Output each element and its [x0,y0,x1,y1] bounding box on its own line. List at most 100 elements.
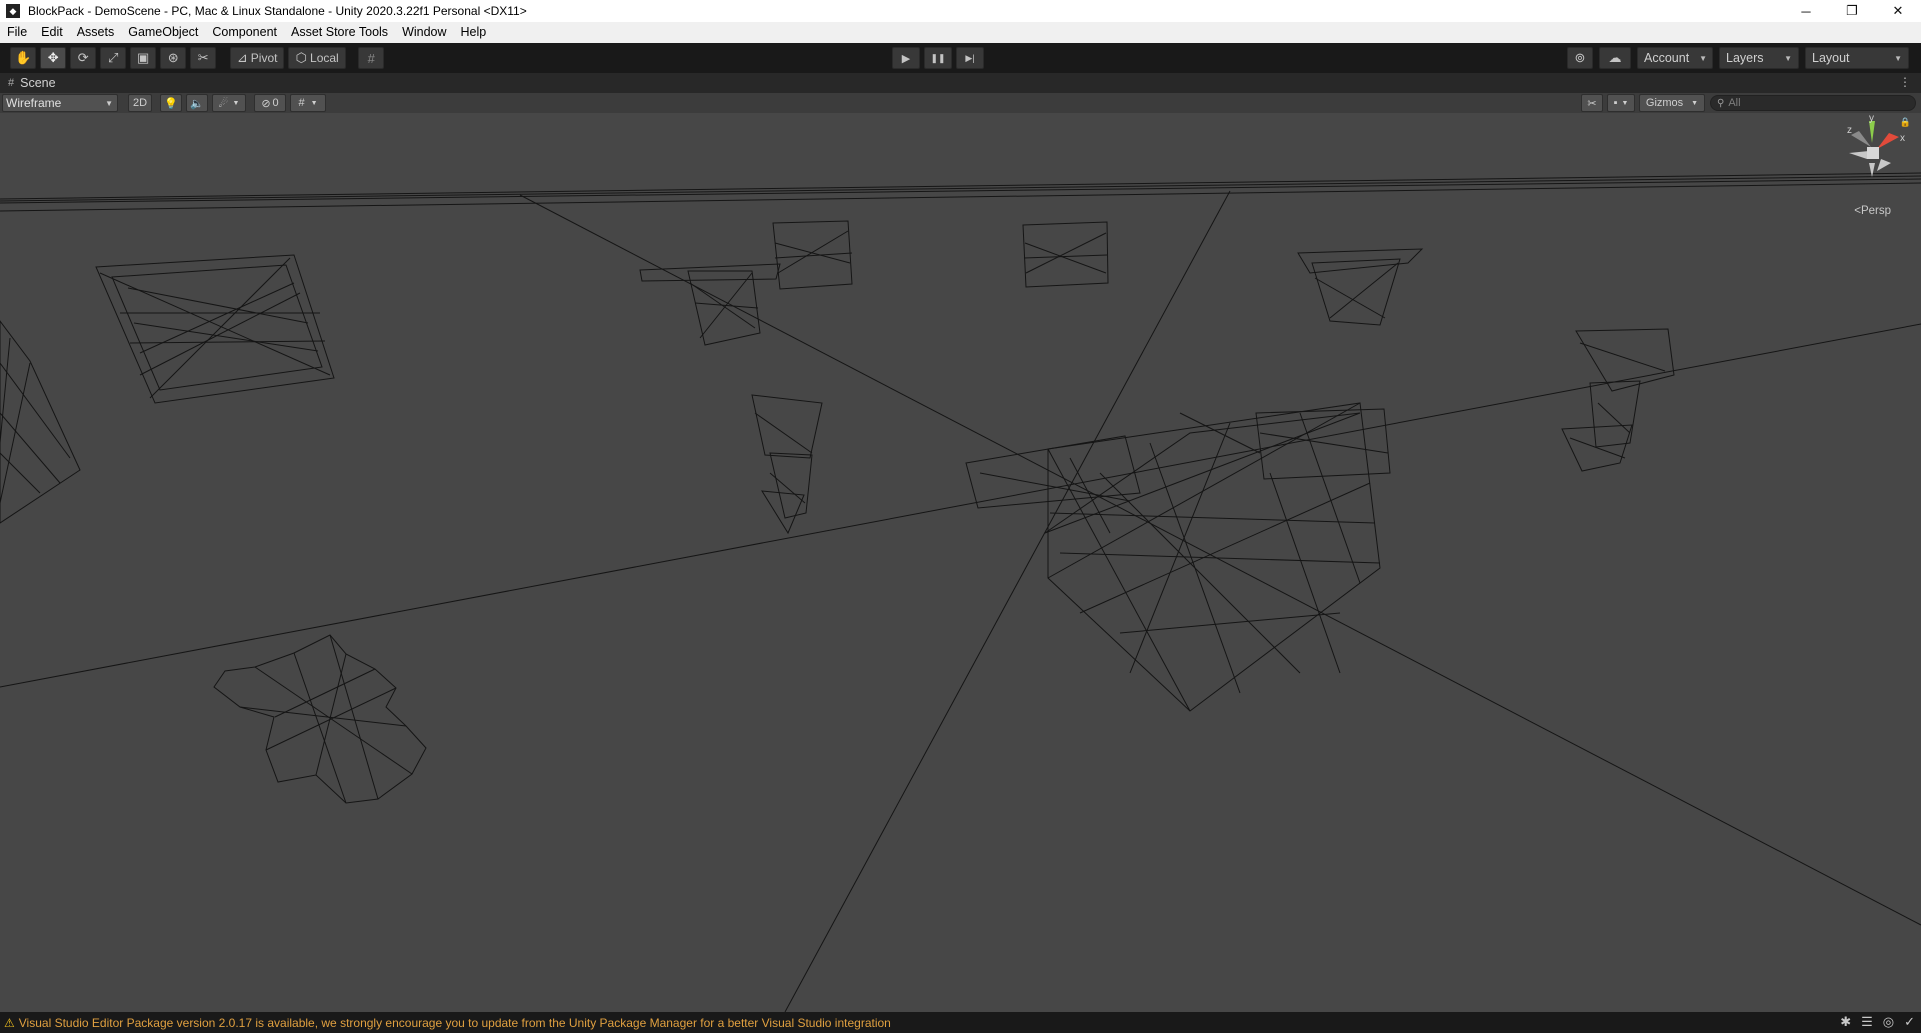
more-options-icon[interactable]: ⋮ [1899,75,1911,89]
wireframe-pillar-left [751,394,823,535]
move-icon: ✥ [47,50,59,65]
effects-icon: ☄ [218,97,229,110]
menu-assets[interactable]: Assets [70,22,122,43]
stack-icon[interactable]: ☰ [1861,1014,1873,1030]
menu-bar: File Edit Assets GameObject Component As… [0,22,1921,44]
layout-dropdown[interactable]: Layout ▼ [1805,47,1909,69]
maximize-button[interactable]: ❐ [1829,0,1875,22]
chevron-down-icon: ▼ [232,99,240,107]
menu-asset-store-tools[interactable]: Asset Store Tools [284,22,395,43]
grid-snap-button[interactable]: # [358,47,385,69]
grid-dropdown[interactable]: # ▼ [290,94,326,112]
scene-tab-bar: # Scene ⋮ [0,73,1921,93]
effects-dropdown[interactable]: ☄ ▼ [212,94,246,112]
account-dropdown[interactable]: Account ▼ [1637,47,1713,69]
layers-label: Layers [1726,51,1764,65]
transform-tool-button[interactable]: ⊛ [160,47,187,69]
local-toggle[interactable]: ⬡ Local [288,47,347,69]
audio-toggle[interactable]: 🔈 [186,94,208,112]
2d-label: 2D [132,97,148,109]
rotate-tool-button[interactable]: ⟳ [70,47,97,69]
wireframe-block-flat [95,254,335,404]
check-circle-icon[interactable]: ✓ [1904,1014,1915,1030]
unity-logo-icon: ◆ [6,4,20,18]
speaker-icon: 🔈 [190,97,204,110]
scene-toolbar: Wireframe ▼ 2D 💡 🔈 ☄ ▼ ⊘ 0 # ▼ ✂ ▪ ▼ Giz… [0,93,1921,114]
step-button[interactable]: ▶| [956,47,984,69]
menu-component[interactable]: Component [205,22,284,43]
scene-tools-button[interactable]: ✂ [1581,94,1603,112]
camera-icon: ▪ [1613,97,1618,109]
local-icon: ⬡ [295,50,308,65]
wireframe-pillar-right [1561,328,1675,472]
collab-button[interactable]: ⊚ [1567,47,1593,69]
local-label: Local [310,51,339,65]
menu-help[interactable]: Help [454,22,494,43]
pivot-label: Pivot [250,51,278,65]
camera-dropdown[interactable]: ▪ ▼ [1607,94,1635,112]
minimize-button[interactable]: ─ [1783,0,1829,22]
gizmo-z-label: z [1847,125,1852,136]
status-bar: ⚠ Visual Studio Editor Package version 2… [0,1012,1921,1033]
bug-icon[interactable]: ✱ [1840,1014,1851,1030]
pause-icon: ❚❚ [930,52,946,63]
hand-icon: ✋ [15,50,32,65]
scale-icon: ⤢ [107,50,119,65]
custom-tool-button[interactable]: ✂ [190,47,217,69]
chevron-down-icon: ▼ [105,98,113,108]
gizmos-dropdown[interactable]: Gizmos ▼ [1639,94,1705,112]
layout-label: Layout [1812,51,1850,65]
wireframe-cross-object [213,634,427,804]
rect-icon: ▣ [137,50,150,65]
menu-window[interactable]: Window [395,22,453,43]
search-icon: ⚲ [1717,97,1725,109]
lighting-toggle[interactable]: 💡 [160,94,182,112]
draw-mode-dropdown[interactable]: Wireframe ▼ [2,94,118,112]
menu-gameobject[interactable]: GameObject [121,22,205,43]
play-button[interactable]: ▶ [892,47,920,69]
main-toolbar: ✋ ✥ ⟳ ⤢ ▣ ⊛ ✂ ⊿ Pivot ⬡ Local # ▶ ❚❚ ▶| … [0,43,1921,73]
wireframe-object-left-edge [0,320,81,524]
warning-icon: ⚠ [4,1015,15,1030]
wireframe-cube-center-top [1022,221,1109,288]
progress-icon[interactable]: ◎ [1883,1014,1894,1030]
orientation-gizmo[interactable]: y x z 🔒 [1839,113,1911,193]
grid-snap-icon: # [367,50,375,66]
eye-slash-icon: ⊘ [261,97,271,110]
toolbar-spacer-2 [350,47,354,69]
menu-edit[interactable]: Edit [34,22,70,43]
scene-search-input[interactable] [1728,97,1899,109]
window-controls: ─ ❐ ✕ [1783,0,1921,22]
chevron-down-icon: ▼ [1621,99,1629,107]
hidden-count: 0 [272,97,279,109]
gizmos-label: Gizmos [1645,97,1684,109]
rotate-icon: ⟳ [77,50,89,65]
layers-dropdown[interactable]: Layers ▼ [1719,47,1799,69]
close-button[interactable]: ✕ [1875,0,1921,22]
account-label: Account [1644,51,1690,65]
scene-viewport[interactable]: y x z 🔒 <Persp [0,113,1921,1012]
scale-tool-button[interactable]: ⤢ [100,47,127,69]
scene-search: ⚲ [1710,95,1916,111]
menu-file[interactable]: File [0,22,34,43]
pause-button[interactable]: ❚❚ [924,47,952,69]
chevron-down-icon: ▼ [1691,99,1699,107]
grid-icon: # [298,97,305,109]
collab-icon: ⊚ [1574,50,1586,65]
projection-label[interactable]: <Persp [1854,205,1891,217]
transform-icon: ⊛ [167,50,179,65]
status-message[interactable]: Visual Studio Editor Package version 2.0… [19,1016,891,1030]
tab-scene[interactable]: # Scene [8,76,56,90]
play-icon: ▶ [901,52,911,65]
wireframe-tree-right [1297,248,1424,326]
2d-toggle[interactable]: 2D [128,94,152,112]
hidden-objects-toggle[interactable]: ⊘ 0 [254,94,286,112]
cloud-button[interactable]: ☁ [1599,47,1631,69]
hand-tool-button[interactable]: ✋ [10,47,37,69]
horizon-lines [0,172,1921,212]
move-tool-button[interactable]: ✥ [40,47,67,69]
rect-tool-button[interactable]: ▣ [130,47,157,69]
pivot-toggle[interactable]: ⊿ Pivot [230,47,285,69]
lock-icon[interactable]: 🔒 [1900,117,1911,128]
